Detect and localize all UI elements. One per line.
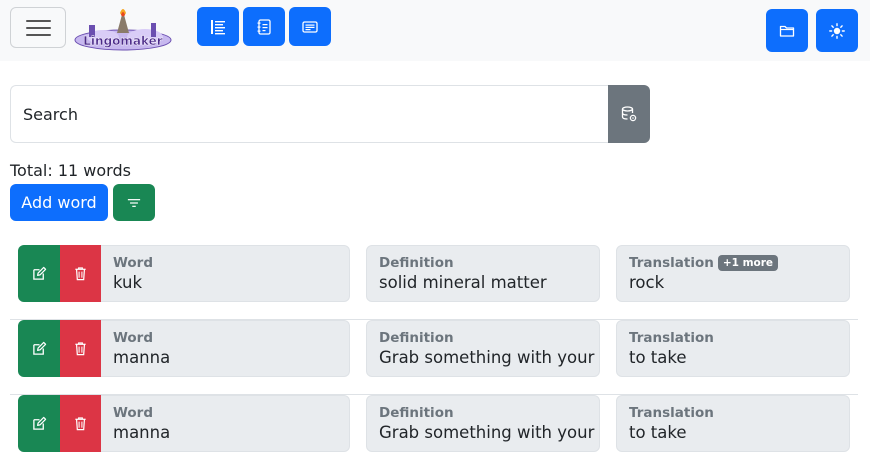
- translation-label: Translation: [629, 255, 714, 271]
- definition-label: Definition: [379, 330, 454, 346]
- pencil-square-icon: [32, 341, 46, 355]
- word-row: Word manna Definition Grab something wit…: [10, 395, 858, 470]
- definition-field: Definition solid mineral matter: [366, 245, 600, 302]
- definition-value: solid mineral matter: [379, 273, 547, 292]
- search-input[interactable]: [10, 85, 609, 143]
- translation-value: rock: [629, 273, 665, 292]
- filter-icon: [127, 198, 141, 207]
- flashcard-view-button[interactable]: [289, 7, 331, 46]
- database-gear-icon: [621, 106, 637, 122]
- folder-button[interactable]: [766, 9, 808, 52]
- sun-icon: [829, 22, 845, 39]
- definition-label: Definition: [379, 255, 454, 271]
- definition-field: Definition Grab something with your h: [366, 395, 600, 452]
- word-label: Word: [113, 330, 154, 346]
- translation-label: Translation: [629, 405, 714, 421]
- word-label: Word: [113, 405, 154, 421]
- edit-word-button[interactable]: [18, 245, 60, 302]
- translation-field: Translation to take: [616, 395, 850, 452]
- word-value: manna: [113, 348, 171, 367]
- translation-field: Translation to take: [616, 320, 850, 377]
- app-logo[interactable]: Lingomaker: [73, 7, 173, 52]
- list-view-button[interactable]: [197, 7, 239, 46]
- trash-icon: [75, 417, 86, 431]
- pencil-square-icon: [32, 416, 46, 430]
- database-settings-button[interactable]: [608, 85, 650, 143]
- svg-text:Lingomaker: Lingomaker: [83, 34, 163, 48]
- filter-button[interactable]: [113, 184, 155, 221]
- word-value: manna: [113, 423, 171, 442]
- trash-icon: [75, 342, 86, 356]
- word-count-label: Total: 11 words: [10, 161, 131, 180]
- add-word-button[interactable]: Add word: [10, 184, 108, 221]
- search-group: [10, 85, 650, 143]
- word-row: Word kuk Definition solid mineral matter…: [10, 245, 858, 320]
- menu-toggle-button[interactable]: [10, 7, 66, 48]
- edit-word-button[interactable]: [18, 320, 60, 377]
- definition-field: Definition Grab something with your h: [366, 320, 600, 377]
- pencil-square-icon: [32, 266, 46, 280]
- word-value: kuk: [113, 273, 143, 292]
- word-field: Word manna: [101, 320, 350, 377]
- translation-field: Translation +1 more rock: [616, 245, 850, 302]
- word-row: Word manna Definition Grab something wit…: [10, 320, 858, 395]
- word-field: Word kuk: [101, 245, 350, 302]
- delete-word-button[interactable]: [60, 245, 101, 302]
- trash-icon: [75, 267, 86, 281]
- word-field: Word manna: [101, 395, 350, 452]
- folder-icon: [779, 25, 795, 37]
- definition-value: Grab something with your h: [379, 348, 600, 367]
- translation-label: Translation: [629, 330, 714, 346]
- journal-text-icon: [257, 18, 271, 35]
- translation-value: to take: [629, 423, 687, 442]
- definition-value: Grab something with your h: [379, 423, 600, 442]
- theme-toggle-button[interactable]: [816, 9, 858, 52]
- word-label: Word: [113, 255, 154, 271]
- more-translations-badge[interactable]: +1 more: [717, 255, 779, 271]
- list-icon: [211, 19, 225, 34]
- translation-value: to take: [629, 348, 687, 367]
- delete-word-button[interactable]: [60, 395, 101, 452]
- edit-word-button[interactable]: [18, 395, 60, 452]
- card-view-button[interactable]: [243, 7, 285, 46]
- definition-label: Definition: [379, 405, 454, 421]
- delete-word-button[interactable]: [60, 320, 101, 377]
- top-navbar: Lingomaker: [0, 0, 870, 61]
- translation-label-group: Translation +1 more: [629, 255, 779, 271]
- card-text-icon: [302, 20, 318, 33]
